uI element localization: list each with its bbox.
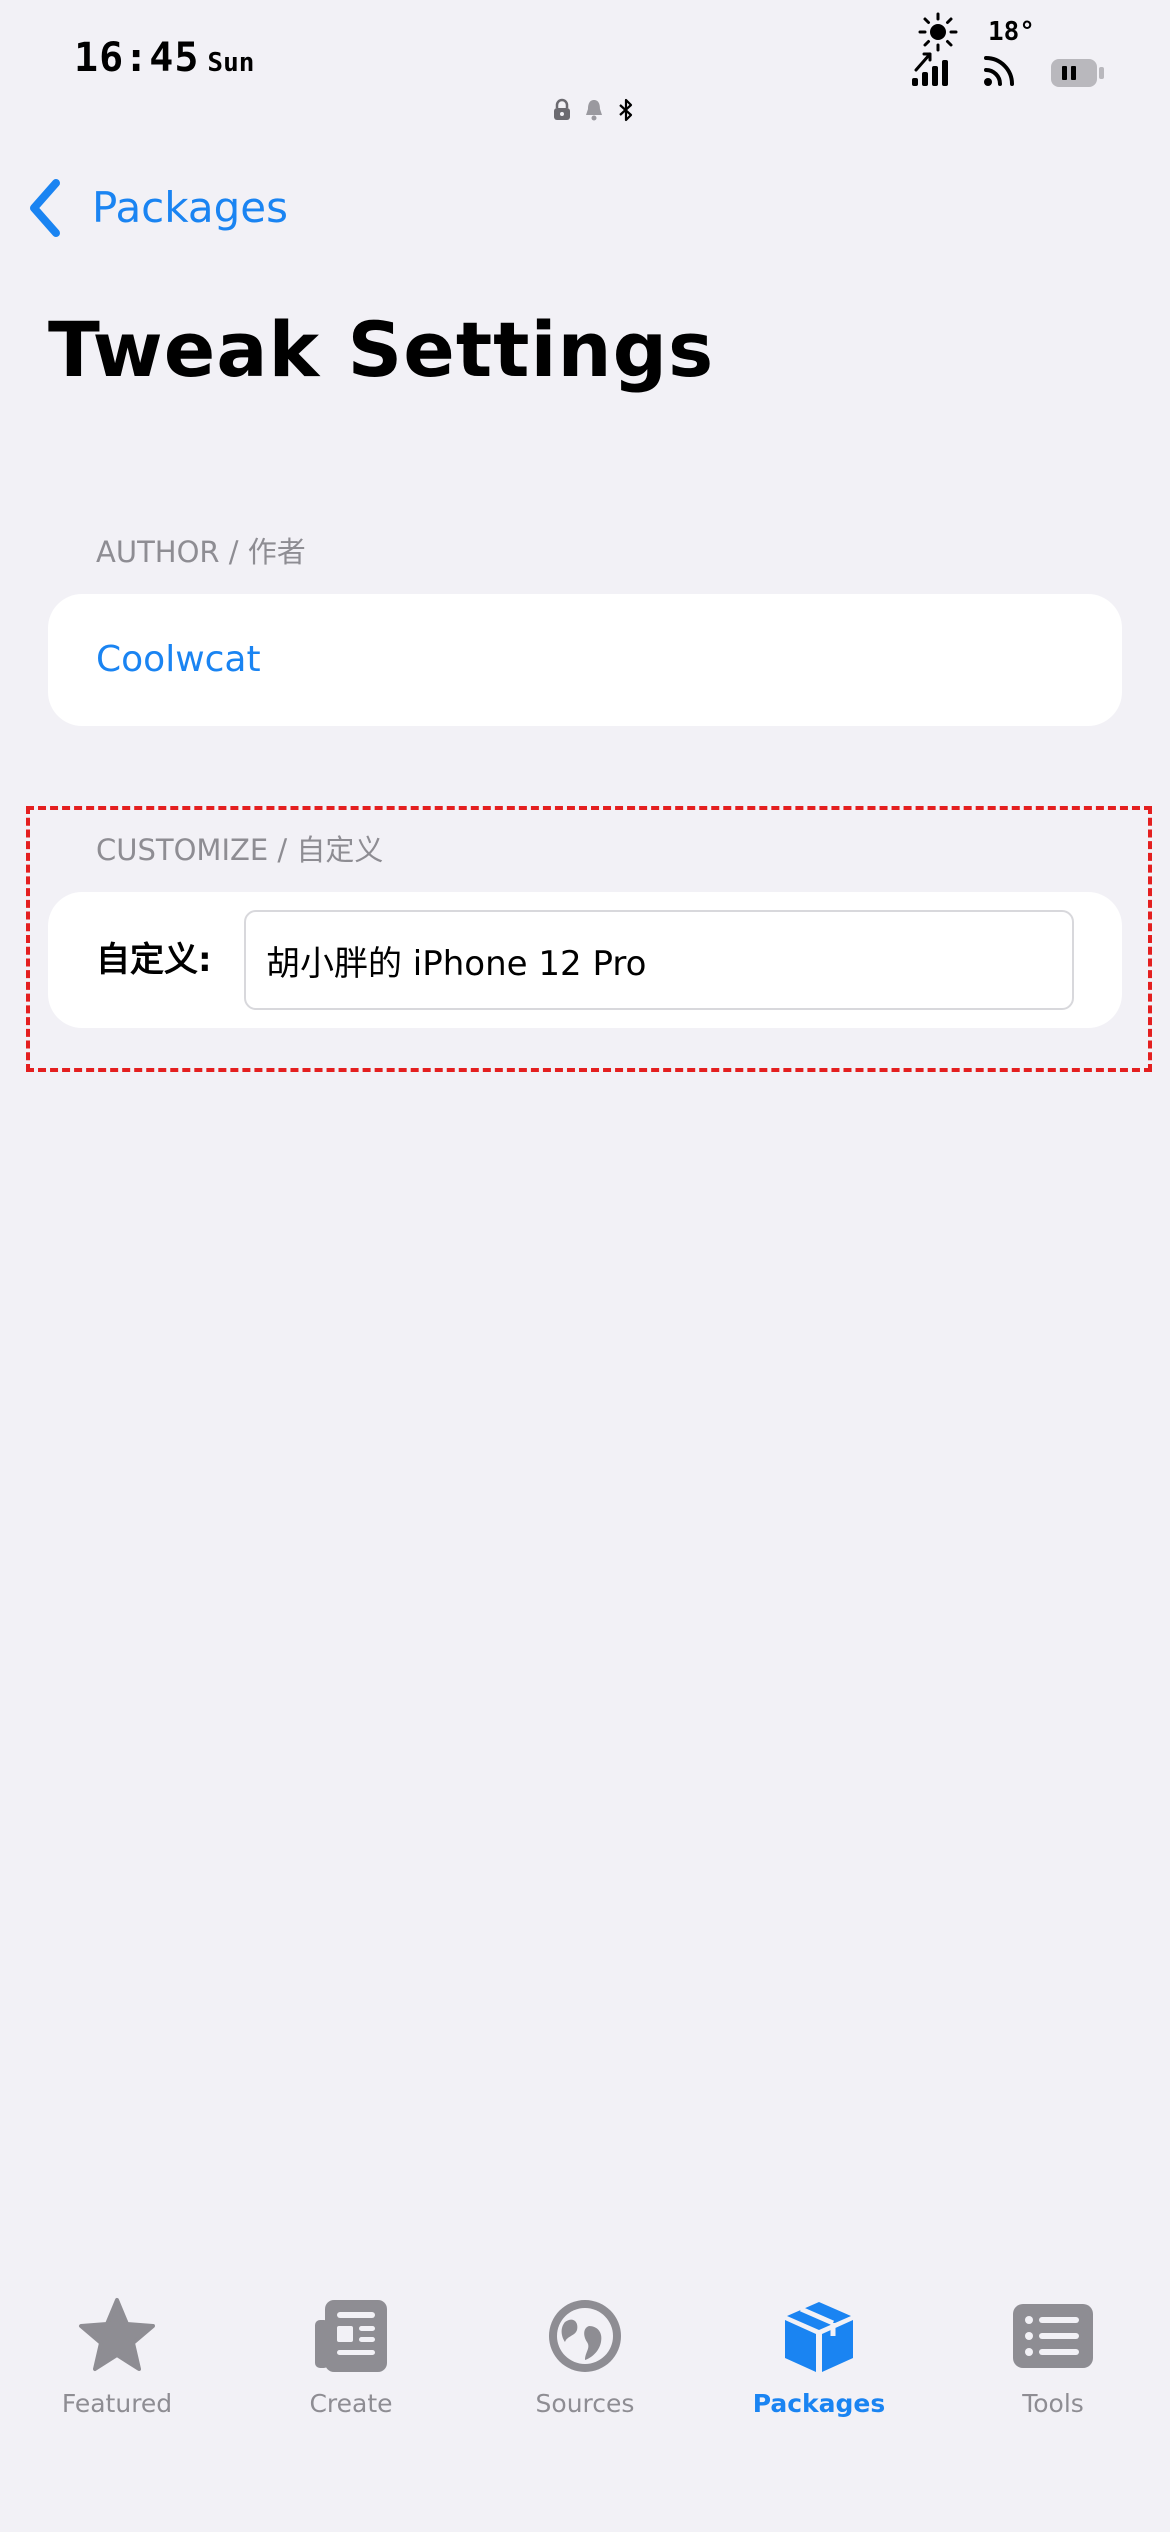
tab-label-packages: Packages: [752, 2389, 886, 2418]
list-icon: [1013, 2304, 1093, 2368]
box-icon: [785, 2302, 853, 2372]
tab-featured[interactable]: Featured: [0, 2280, 234, 2430]
globe-icon: [549, 2300, 621, 2372]
newspaper-icon: [315, 2300, 387, 2372]
custom-name-input[interactable]: [244, 910, 1074, 1010]
tab-packages[interactable]: Packages: [702, 2280, 936, 2430]
tab-tools[interactable]: Tools: [936, 2280, 1170, 2430]
tab-sources[interactable]: Sources: [468, 2280, 702, 2430]
author-card: Coolwcat: [48, 594, 1122, 726]
back-button[interactable]: Packages: [24, 172, 288, 244]
back-label: Packages: [92, 183, 288, 232]
tab-label-featured: Featured: [61, 2389, 173, 2418]
temperature: 18°: [988, 17, 1035, 47]
tab-create[interactable]: Create: [234, 2280, 468, 2430]
author-link[interactable]: Coolwcat: [96, 594, 261, 726]
signal-icon: [912, 52, 948, 86]
tab-label-create: Create: [309, 2389, 393, 2418]
tab-bar: Featured Create Sources Packages Tools: [0, 2280, 1170, 2430]
tab-label-tools: Tools: [1022, 2389, 1084, 2418]
status-day: Sun: [207, 48, 255, 78]
battery-icon: [1051, 59, 1104, 87]
chevron-left-icon: [30, 179, 60, 237]
tab-label-sources: Sources: [535, 2389, 635, 2418]
bluetooth-icon: [619, 98, 633, 122]
custom-field-label: 自定义:: [96, 940, 212, 980]
lock-icon: [554, 98, 570, 120]
page-title: Tweak Settings: [48, 305, 715, 394]
status-time: 16:45 Sun: [74, 30, 254, 91]
status-indicators: [551, 98, 637, 122]
customize-card: 自定义:: [48, 892, 1122, 1028]
status-time-value: 16:45: [74, 35, 200, 81]
bell-icon: [586, 100, 602, 121]
section-header-customize: CUSTOMIZE / 自定义: [96, 833, 384, 867]
wifi-icon: [984, 56, 1014, 86]
section-header-author: AUTHOR / 作者: [96, 535, 306, 569]
star-icon: [79, 2298, 155, 2371]
sun-icon: [918, 12, 958, 52]
